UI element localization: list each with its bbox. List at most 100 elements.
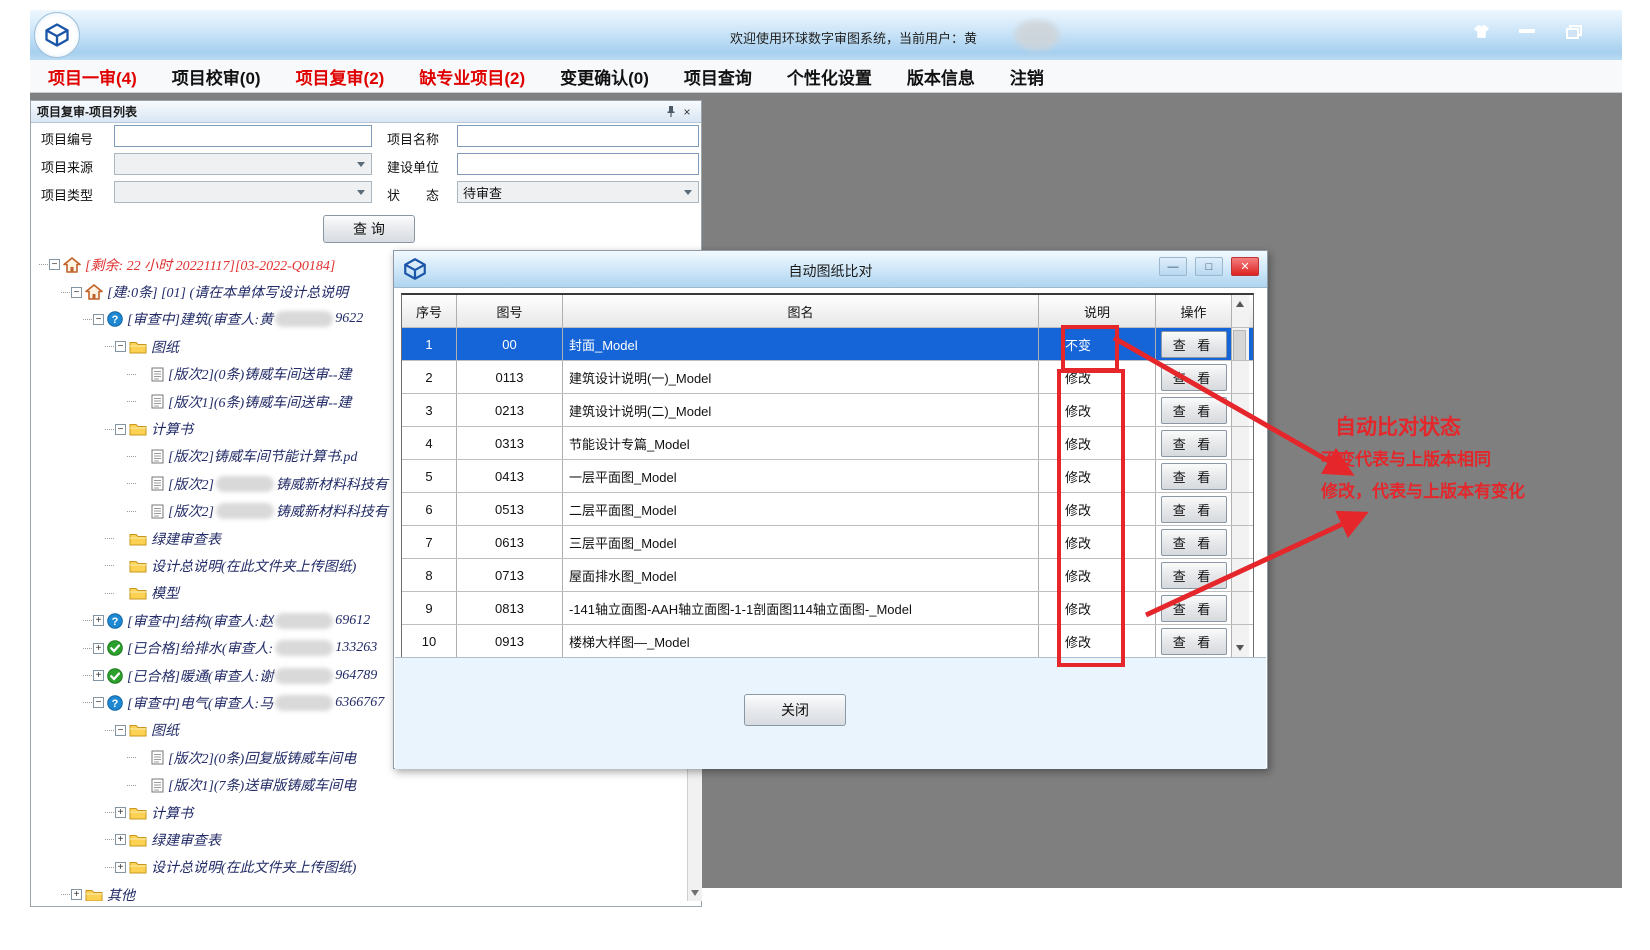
tree-expander-icon[interactable]: + [93, 615, 104, 626]
restore-button[interactable] [1562, 22, 1584, 40]
tree-item-label: [版次2] [168, 474, 214, 494]
project-source-select[interactable] [114, 153, 372, 175]
view-button[interactable]: 查 看 [1161, 397, 1227, 424]
drawing-code-cell: 0913 [457, 625, 563, 657]
menu-item[interactable]: 版本信息 [907, 64, 975, 89]
dialog-close-icon[interactable]: ✕ [1231, 257, 1259, 276]
table-row[interactable]: 50413一层平面图_Model修改查 看 [402, 460, 1253, 493]
project-type-select[interactable] [114, 181, 372, 203]
tree-expander-icon[interactable]: + [115, 807, 126, 818]
column-header[interactable]: 图名 [563, 295, 1039, 327]
drawing-code-cell: 0813 [457, 592, 563, 624]
table-row[interactable]: 60513二层平面图_Model修改查 看 [402, 493, 1253, 526]
column-header[interactable]: 图号 [457, 295, 563, 327]
theme-skin-icon[interactable] [1470, 22, 1492, 40]
status-select[interactable]: 待审查 [457, 181, 699, 203]
menu-item[interactable]: 变更确认(0) [560, 64, 649, 89]
menu-item[interactable]: 项目一审(4) [48, 64, 137, 89]
view-button[interactable]: 查 看 [1161, 562, 1227, 589]
close-button[interactable]: 关闭 [744, 694, 846, 726]
tree-expander-icon[interactable]: + [115, 834, 126, 845]
tree-item-label: 9622 [335, 311, 363, 327]
table-scrollbar[interactable] [1232, 592, 1249, 624]
folder-icon [85, 888, 103, 901]
tree-item-label: 133263 [335, 640, 377, 656]
panel-close-icon[interactable]: × [679, 104, 695, 120]
folder-icon [129, 860, 147, 874]
tree-expander-icon[interactable]: − [115, 725, 126, 736]
menu-item[interactable]: 注销 [1010, 64, 1044, 89]
view-button[interactable]: 查 看 [1161, 430, 1227, 457]
tree-expander-icon[interactable]: − [115, 341, 126, 352]
tree-item[interactable]: [版次1](7条)送审版铸威车间电 [33, 771, 685, 798]
view-button[interactable]: 查 看 [1161, 331, 1227, 358]
svg-text:?: ? [112, 616, 119, 628]
tree-expander-icon[interactable]: − [93, 697, 104, 708]
tree-expander-icon[interactable]: + [93, 643, 104, 654]
tree-item[interactable]: +计算书 [33, 799, 685, 826]
tree-item[interactable]: +其他 [33, 881, 685, 901]
scroll-down-icon[interactable] [1236, 645, 1244, 651]
table-row[interactable]: 90813-141轴立面图-AAH轴立面图-1-1剖面图114轴立面图-_Mod… [402, 592, 1253, 625]
menu-item[interactable]: 项目复审(2) [296, 64, 385, 89]
table-row[interactable]: 100封面_Model不变查 看 [402, 328, 1253, 361]
tree-expander-icon[interactable]: + [115, 862, 126, 873]
menu-item[interactable]: 个性化设置 [787, 64, 872, 89]
menu-item[interactable]: 项目查询 [684, 64, 752, 89]
table-header-row: 序号图号图名说明操作 [402, 295, 1253, 328]
project-no-input[interactable] [114, 125, 372, 147]
minimize-button[interactable] [1516, 22, 1538, 40]
view-button[interactable]: 查 看 [1161, 628, 1227, 655]
tree-item[interactable]: +设计总说明(在此文件夹上传图纸) [33, 854, 685, 881]
tree-expander-icon[interactable]: − [93, 314, 104, 325]
tree-expander-icon[interactable]: − [115, 424, 126, 435]
view-button[interactable]: 查 看 [1161, 595, 1227, 622]
table-scrollbar[interactable] [1232, 493, 1249, 525]
scroll-down-icon[interactable] [691, 890, 699, 896]
search-button[interactable]: 查 询 [323, 215, 415, 243]
column-header[interactable]: 说明 [1039, 295, 1156, 327]
dialog-titlebar[interactable]: 自动图纸比对 — □ ✕ [394, 251, 1267, 288]
table-scrollbar[interactable] [1232, 625, 1249, 657]
tree-item-label: 铸威新材料科技有 [276, 501, 388, 521]
build-unit-input[interactable] [457, 153, 699, 175]
dialog-minimize-button[interactable]: — [1159, 257, 1187, 276]
table-row[interactable]: 100913楼梯大样图—_Model修改查 看 [402, 625, 1253, 658]
table-scrollbar[interactable] [1232, 460, 1249, 492]
panel-title: 项目复审-项目列表 [37, 103, 663, 120]
table-row[interactable]: 70613三层平面图_Model修改查 看 [402, 526, 1253, 559]
table-scrollbar[interactable] [1232, 526, 1249, 558]
menu-item[interactable]: 项目校审(0) [172, 64, 261, 89]
tree-item-label: 6366767 [335, 695, 384, 711]
action-cell: 查 看 [1156, 460, 1232, 492]
table-scrollbar[interactable] [1232, 394, 1249, 426]
table-scrollbar[interactable] [1232, 361, 1249, 393]
tree-connector [105, 730, 114, 731]
scrollbar-thumb[interactable] [1233, 330, 1246, 360]
tree-expander-icon[interactable]: − [71, 287, 82, 298]
table-scrollbar[interactable] [1232, 427, 1249, 459]
view-button[interactable]: 查 看 [1161, 529, 1227, 556]
column-header[interactable]: 操作 [1156, 295, 1232, 327]
table-row[interactable]: 20113建筑设计说明(一)_Model修改查 看 [402, 361, 1253, 394]
menu-item[interactable]: 缺专业项目(2) [419, 64, 525, 89]
view-button[interactable]: 查 看 [1161, 463, 1227, 490]
table-row[interactable]: 40313节能设计专篇_Model修改查 看 [402, 427, 1253, 460]
table-row[interactable]: 30213建筑设计说明(二)_Model修改查 看 [402, 394, 1253, 427]
table-row[interactable]: 80713屋面排水图_Model修改查 看 [402, 559, 1253, 592]
tree-item[interactable]: +绿建审查表 [33, 826, 685, 853]
scroll-up-icon[interactable] [1236, 301, 1244, 307]
pin-icon[interactable] [663, 104, 679, 120]
project-name-input[interactable] [457, 125, 699, 147]
table-scrollbar[interactable] [1232, 559, 1249, 591]
tree-expander-icon[interactable]: + [71, 889, 82, 900]
dialog-maximize-button[interactable]: □ [1195, 257, 1223, 276]
view-button[interactable]: 查 看 [1161, 496, 1227, 523]
view-button[interactable]: 查 看 [1161, 364, 1227, 391]
tree-expander-icon[interactable]: − [49, 259, 60, 270]
table-scrollbar[interactable] [1232, 328, 1249, 360]
tree-expander-icon[interactable]: + [93, 670, 104, 681]
column-header[interactable]: 序号 [402, 295, 457, 327]
document-icon [151, 778, 164, 793]
document-icon [151, 750, 164, 765]
